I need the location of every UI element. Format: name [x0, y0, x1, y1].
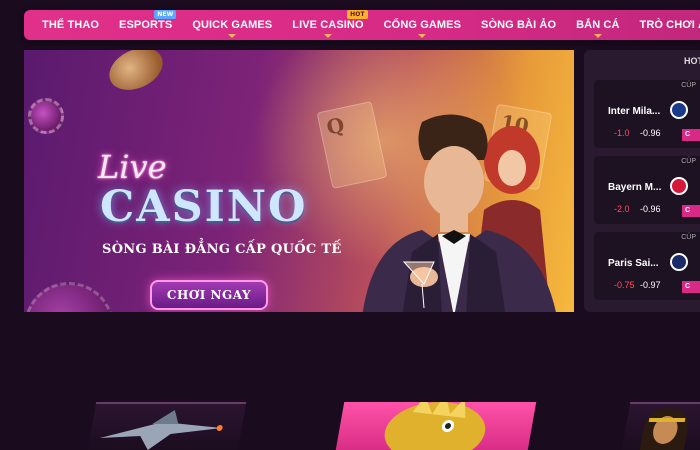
- team-logo-icon: [670, 253, 688, 271]
- match-card[interactable]: CÚP Bayern M... -2.0 -0.96 C: [594, 156, 700, 224]
- panel-header: HOT: [684, 56, 700, 66]
- team-name: Paris Sai...: [608, 258, 659, 269]
- match-card[interactable]: CÚP Paris Sai... -0.75 -0.97 C: [594, 232, 700, 300]
- fighter-jet-icon: [99, 410, 223, 450]
- poker-chip-icon: [24, 282, 114, 312]
- bet-tag[interactable]: C: [682, 281, 700, 293]
- nav-label: CỔNG GAMES: [383, 19, 462, 31]
- game-tile-cleopatra[interactable]: [621, 402, 700, 450]
- price-odd[interactable]: -0.96: [640, 128, 661, 138]
- banner-tagline: SÒNG BÀI ĐẲNG CẤP QUỐC TẾ: [102, 242, 342, 257]
- handicap-odd[interactable]: -1.0: [614, 128, 630, 138]
- price-odd[interactable]: -0.97: [640, 280, 661, 290]
- team-logo-icon: [670, 101, 688, 119]
- main-nav: THỂ THAO ESPORTS NEW QUICK GAMES LIVE CAS…: [24, 10, 700, 40]
- nav-item-song-bai-ao[interactable]: SÒNG BÀI ẢO: [481, 19, 556, 31]
- dealer-man-image: [362, 114, 556, 312]
- game-tile-fighter-jet[interactable]: [87, 402, 247, 450]
- nav-item-live-casino[interactable]: LIVE CASINO HOT: [292, 10, 368, 38]
- cleopatra-icon: [639, 408, 688, 450]
- nav-label: TRÒ CHƠI ẢO: [639, 19, 700, 31]
- poker-chip-icon: [28, 98, 64, 134]
- nav-label: ESPORTS: [119, 19, 173, 31]
- banner-live-text: Live: [98, 148, 167, 186]
- team-logo-icon: [670, 177, 688, 195]
- nav-item-quick-games[interactable]: QUICK GAMES: [192, 19, 273, 38]
- handicap-odd[interactable]: -0.75: [614, 280, 635, 290]
- nav-item-cong-games[interactable]: CỔNG GAMES: [383, 19, 462, 38]
- nav-item-ban-ca[interactable]: BẮN CÁ: [576, 19, 620, 38]
- match-card[interactable]: CÚP Inter Mila... -1.0 -0.96 C: [594, 80, 700, 148]
- competition-label: CÚP: [681, 158, 696, 165]
- caret-down-icon: [323, 34, 332, 38]
- nav-item-the-thao[interactable]: THỂ THAO: [42, 19, 99, 31]
- hot-matches-panel: HOT CÚP Inter Mila... -1.0 -0.96 C CÚP B…: [584, 50, 700, 312]
- competition-label: CÚP: [681, 82, 696, 89]
- handicap-odd[interactable]: -2.0: [614, 204, 630, 214]
- bet-tag[interactable]: C: [682, 129, 700, 141]
- gold-chip-icon: [102, 50, 170, 99]
- nav-label: LIVE CASINO: [292, 19, 364, 31]
- price-odd[interactable]: -0.96: [640, 204, 661, 214]
- caret-down-icon: [593, 34, 602, 38]
- golden-dragon-icon: [384, 394, 486, 450]
- competition-label: CÚP: [681, 234, 696, 241]
- hot-badge: HOT: [347, 10, 368, 19]
- team-name: Inter Mila...: [608, 106, 661, 117]
- nav-item-tro-choi-ao[interactable]: TRÒ CHƠI ẢO: [640, 19, 700, 31]
- nav-item-esports[interactable]: ESPORTS NEW: [119, 10, 177, 31]
- nav-label: BẮN CÁ: [576, 19, 620, 31]
- bet-tag[interactable]: C: [682, 205, 700, 217]
- caret-down-icon: [228, 34, 237, 38]
- nav-label: QUICK GAMES: [192, 19, 273, 31]
- game-tile-golden-dragon[interactable]: [335, 394, 537, 450]
- play-now-button[interactable]: CHƠI NGAY: [150, 280, 268, 310]
- new-badge: NEW: [154, 10, 177, 19]
- caret-down-icon: [418, 34, 427, 38]
- nav-label: THỂ THAO: [42, 19, 100, 31]
- banner-casino-title: CASINO: [100, 182, 308, 232]
- hero-banner[interactable]: Q 10 Live CASINO SÒNG BÀI ĐẲNG CẤP QUỐC …: [24, 50, 574, 312]
- nav-label: SÒNG BÀI ẢO: [481, 19, 557, 31]
- team-name: Bayern M...: [608, 182, 662, 193]
